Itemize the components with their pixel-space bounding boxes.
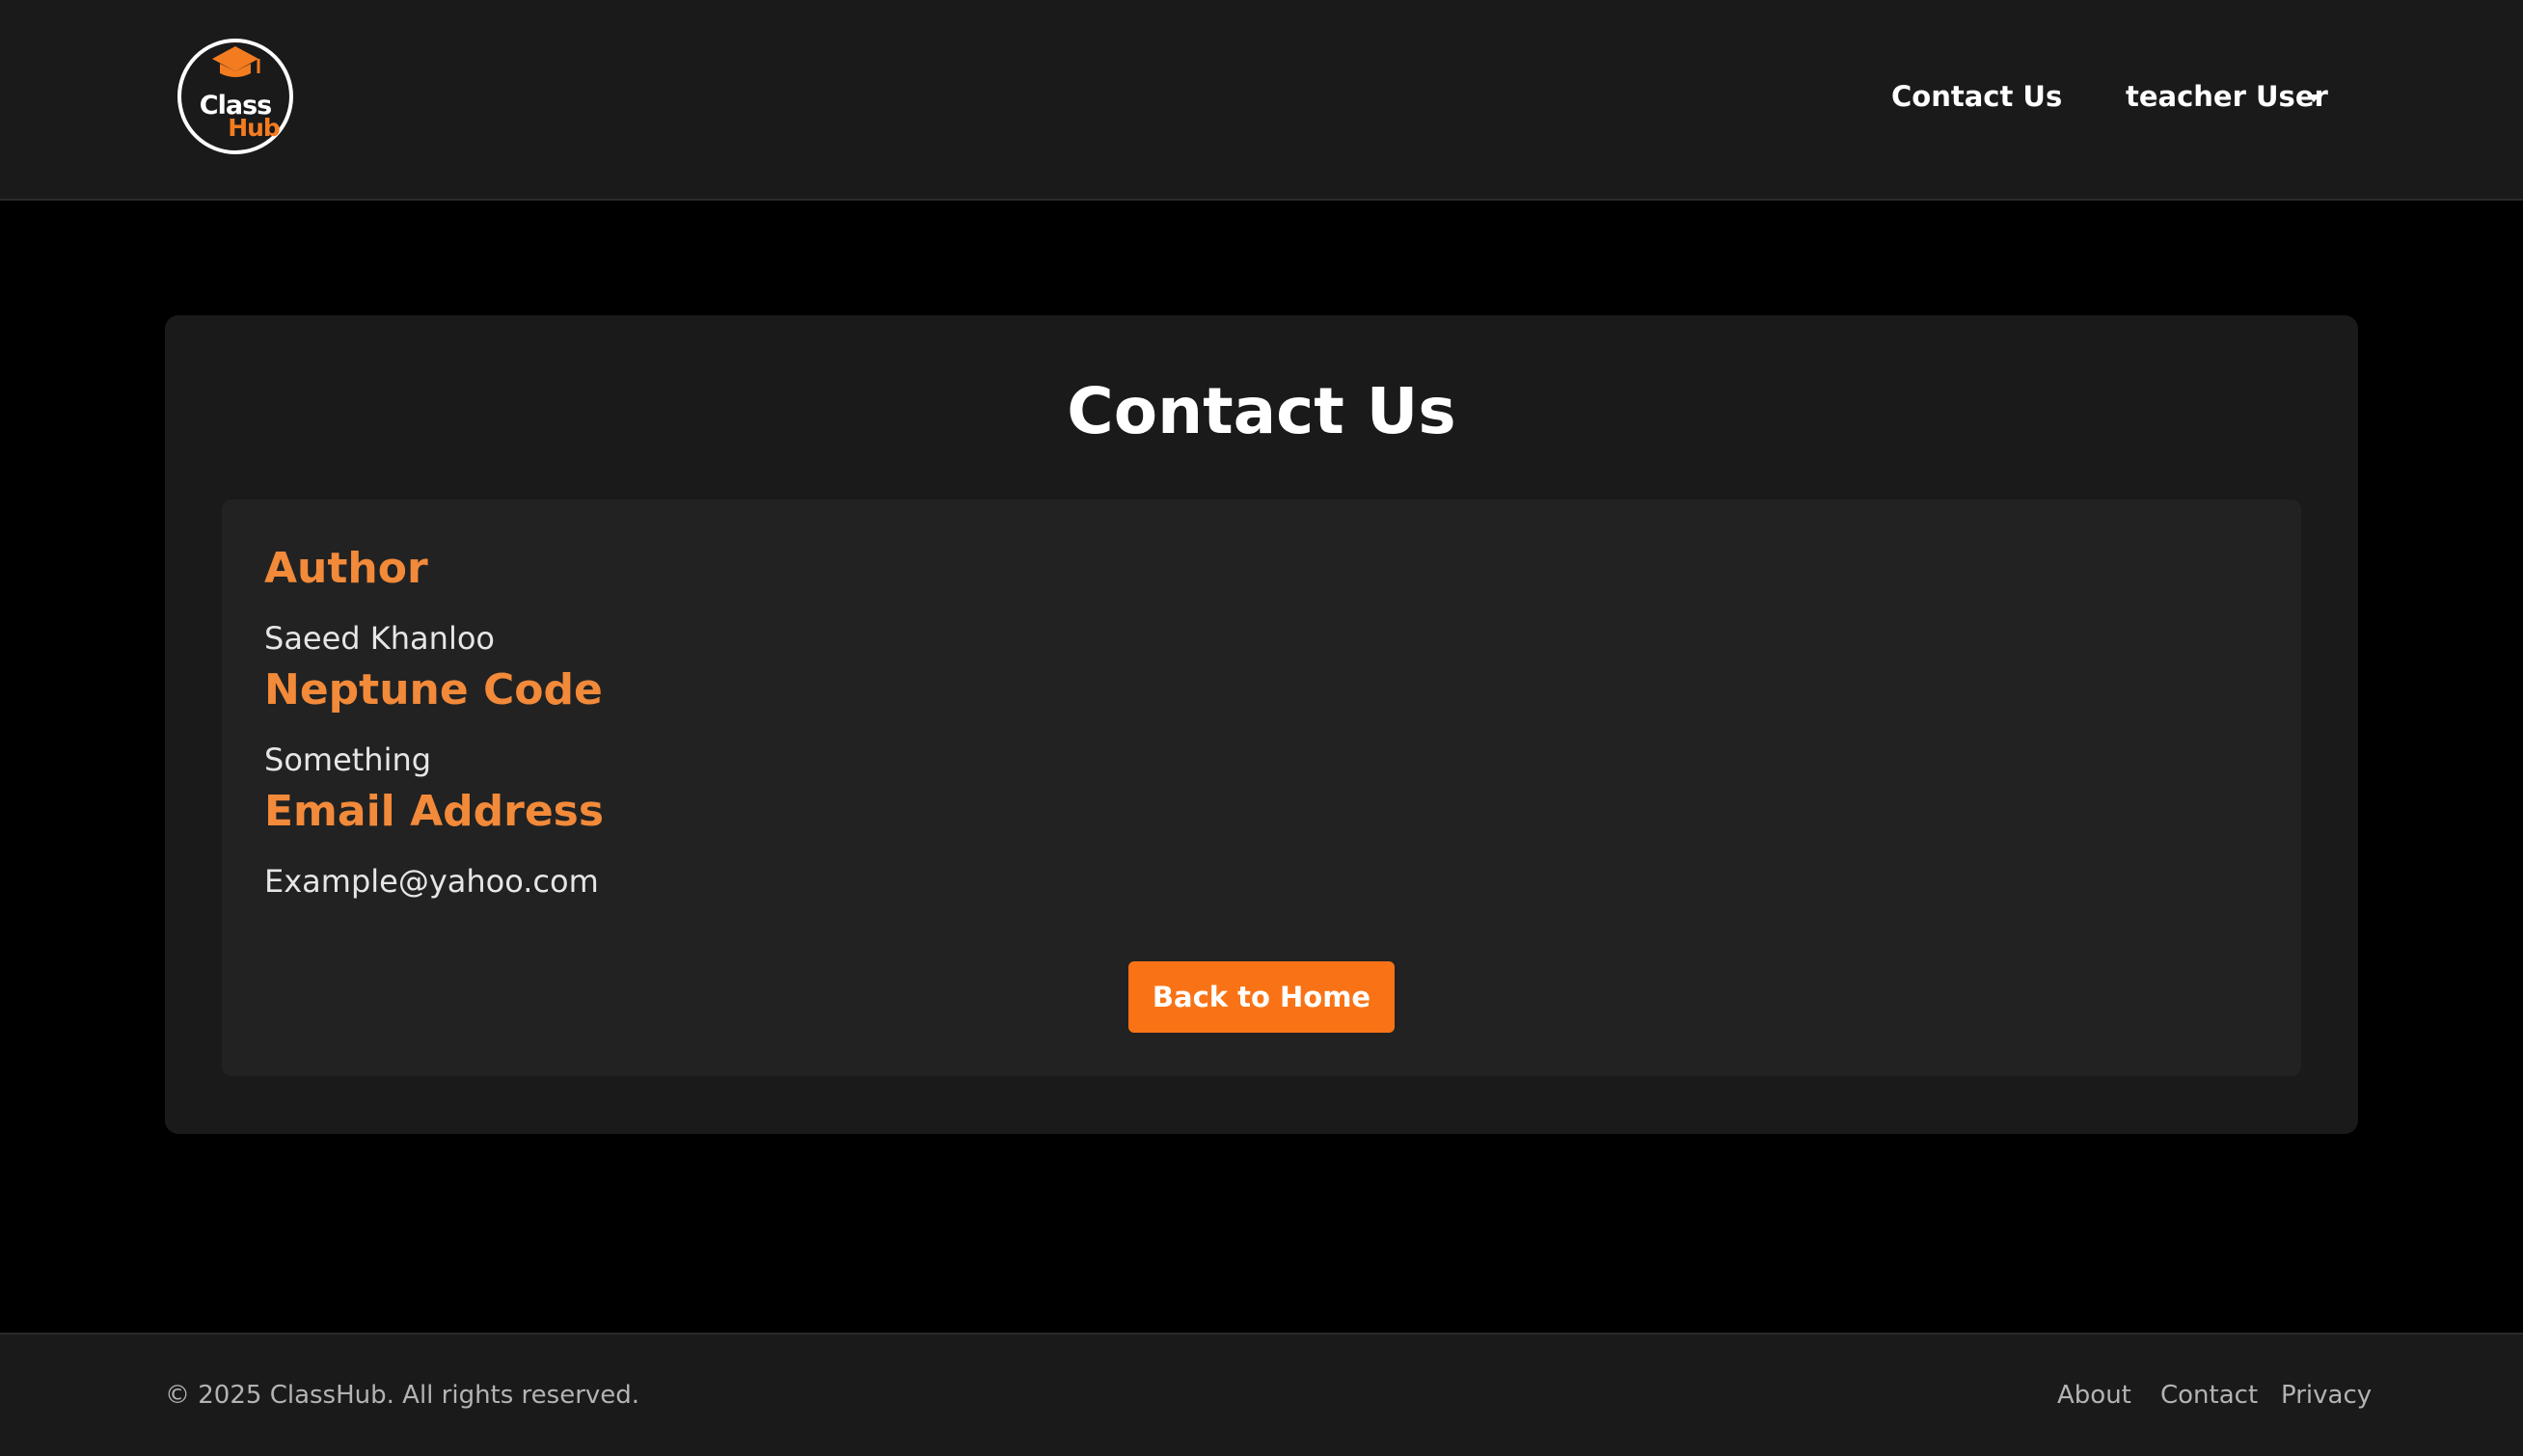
copyright-text: © 2025 ClassHub. All rights reserved. [165,1381,640,1410]
neptune-code-value: Something [264,741,432,778]
author-label: Author [264,544,428,593]
top-navbar: Class Hub Contact Us teacher User [0,0,2523,201]
author-value: Saeed Khanloo [264,620,495,657]
caret-down-icon[interactable] [2307,94,2320,102]
page-footer: © 2025 ClassHub. All rights reserved. Ab… [0,1333,2523,1456]
footer-link-privacy[interactable]: Privacy [2281,1379,2372,1412]
email-address-value: Example@yahoo.com [264,863,599,900]
classhub-logo[interactable]: Class Hub [177,39,293,154]
user-menu-toggle[interactable]: teacher User [2126,79,2328,114]
back-to-home-button[interactable]: Back to Home [1128,961,1395,1033]
contact-card: Contact Us Author Saeed Khanloo Neptune … [165,315,2358,1134]
logo-word-hub: Hub [228,114,281,142]
nav-contact-us-link[interactable]: Contact Us [1891,79,2062,114]
footer-link-about[interactable]: About [2057,1379,2131,1412]
email-address-label: Email Address [264,787,605,836]
footer-link-contact[interactable]: Contact [2160,1379,2258,1412]
contact-details-panel: Author Saeed Khanloo Neptune Code Someth… [222,499,2301,1076]
page-title: Contact Us [1067,374,1456,448]
neptune-code-label: Neptune Code [264,665,603,715]
